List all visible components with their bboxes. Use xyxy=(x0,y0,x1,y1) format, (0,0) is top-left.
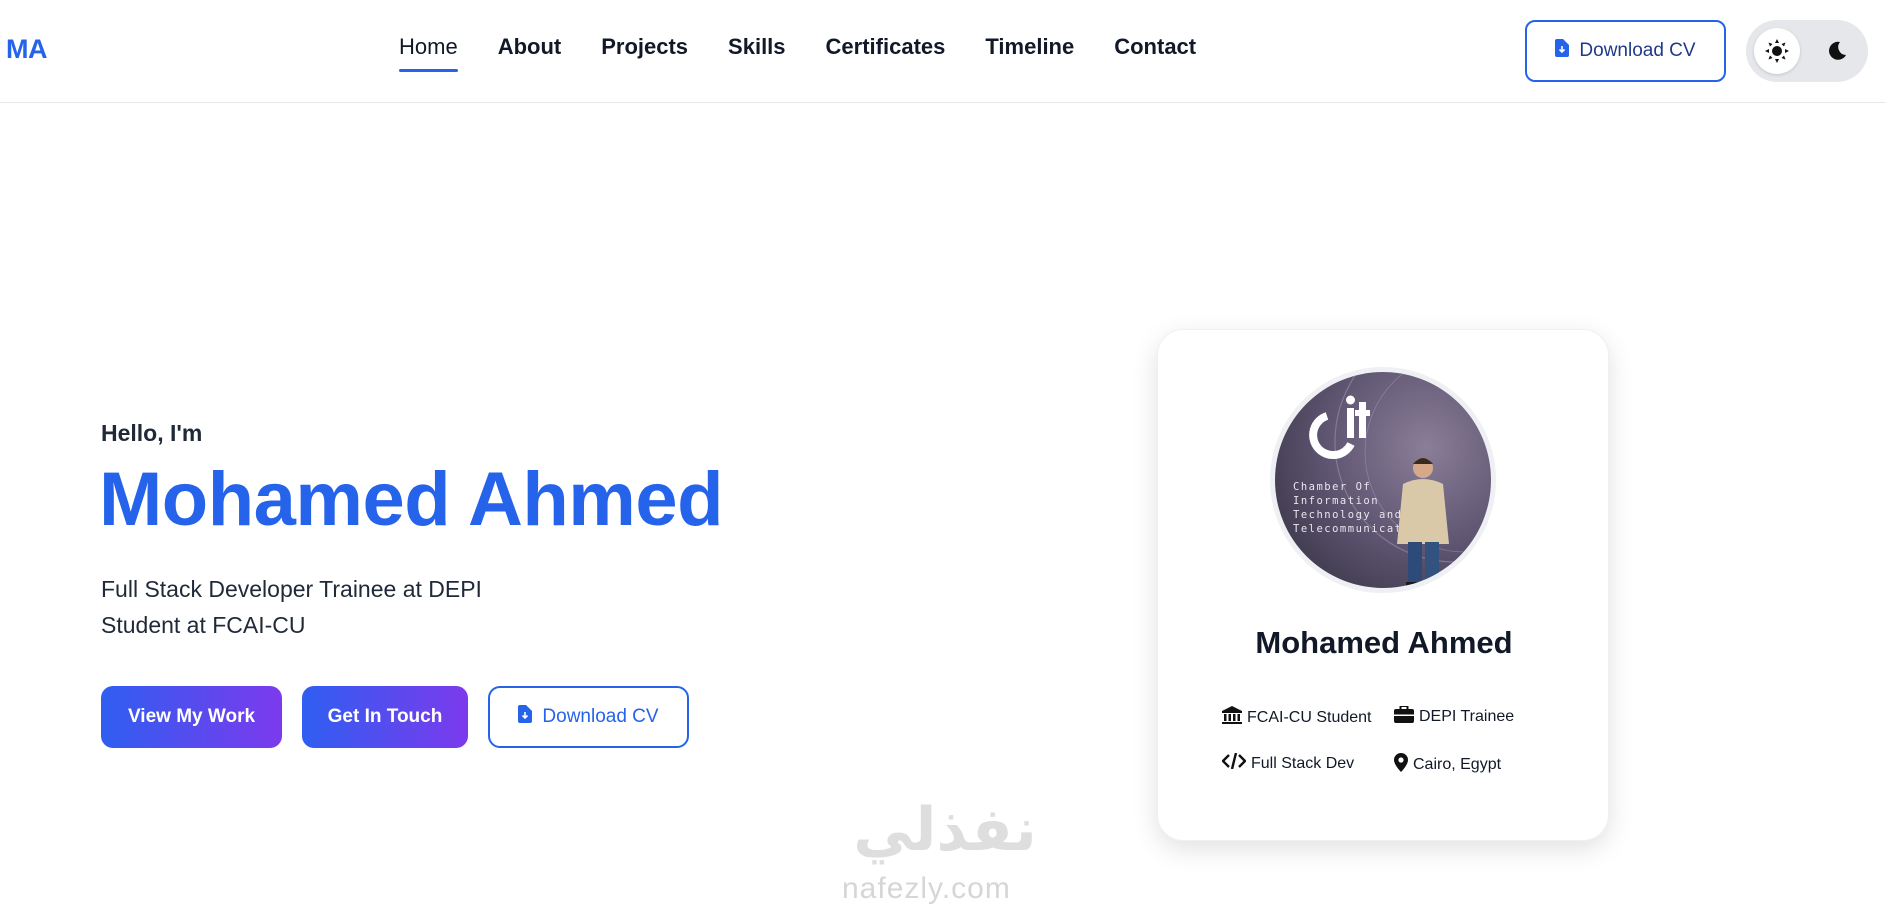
hero-name: Mohamed Ahmed xyxy=(99,457,724,542)
nav-item-home[interactable]: Home xyxy=(399,34,458,72)
hero-greeting: Hello, I'm xyxy=(101,420,203,446)
fact-job: DEPI Trainee xyxy=(1394,705,1515,728)
map-pin-icon xyxy=(1394,753,1408,777)
hero-role-line-2: Student at FCAI-CU xyxy=(101,612,306,638)
watermark-arabic: نفذلي xyxy=(853,795,1037,865)
nav-item-contact[interactable]: Contact xyxy=(1114,34,1196,68)
fact-location: Cairo, Egypt xyxy=(1394,753,1501,777)
briefcase-icon xyxy=(1394,705,1414,728)
file-download-icon xyxy=(1555,39,1570,63)
theme-toggle[interactable] xyxy=(1746,20,1868,82)
nav-download-cv-label: Download CV xyxy=(1579,40,1696,61)
fact-label: Cairo, Egypt xyxy=(1413,756,1502,773)
nav-item-about[interactable]: About xyxy=(498,34,562,68)
hero-download-cv-button[interactable]: Download CV xyxy=(488,686,689,748)
get-in-touch-button[interactable]: Get In Touch xyxy=(302,686,468,748)
sun-icon[interactable] xyxy=(1754,28,1800,74)
fact-label: FCAI-CU Student xyxy=(1247,708,1372,726)
hero-download-cv-label: Download CV xyxy=(542,706,659,727)
nav-item-certificates[interactable]: Certificates xyxy=(826,34,946,68)
nav-menu: Home About Projects Skills Certificates … xyxy=(399,34,1196,72)
fact-label: Full Stack Dev xyxy=(1251,754,1355,772)
file-download-icon xyxy=(518,705,533,729)
view-my-work-button[interactable]: View My Work xyxy=(101,686,282,748)
watermark-latin: nafezly.com xyxy=(842,872,1011,905)
photo-caption-line: Technology and xyxy=(1293,509,1403,521)
fact-education: FCAI-CU Student xyxy=(1222,706,1371,729)
fact-role: Full Stack Dev xyxy=(1221,752,1355,774)
navbar: MA Home About Projects Skills Certificat… xyxy=(0,0,1886,103)
nav-item-skills[interactable]: Skills xyxy=(728,34,785,68)
code-icon xyxy=(1221,752,1247,774)
avatar: Chamber Of Information Technology and Te… xyxy=(1270,367,1496,593)
nav-item-timeline[interactable]: Timeline xyxy=(985,34,1074,68)
logo[interactable]: MA xyxy=(6,34,48,65)
photo-caption-line: Information xyxy=(1293,495,1379,507)
hero-role-line-1: Full Stack Developer Trainee at DEPI xyxy=(101,576,482,602)
profile-card: Chamber Of Information Technology and Te… xyxy=(1157,329,1609,841)
moon-icon[interactable] xyxy=(1822,36,1852,66)
card-name: Mohamed Ahmed xyxy=(1255,625,1513,660)
fact-label: DEPI Trainee xyxy=(1419,708,1515,725)
university-icon xyxy=(1222,706,1242,729)
photo-caption-line: Chamber Of xyxy=(1293,481,1371,493)
nav-download-cv-button[interactable]: Download CV xyxy=(1525,20,1726,82)
nav-item-projects[interactable]: Projects xyxy=(601,34,688,68)
